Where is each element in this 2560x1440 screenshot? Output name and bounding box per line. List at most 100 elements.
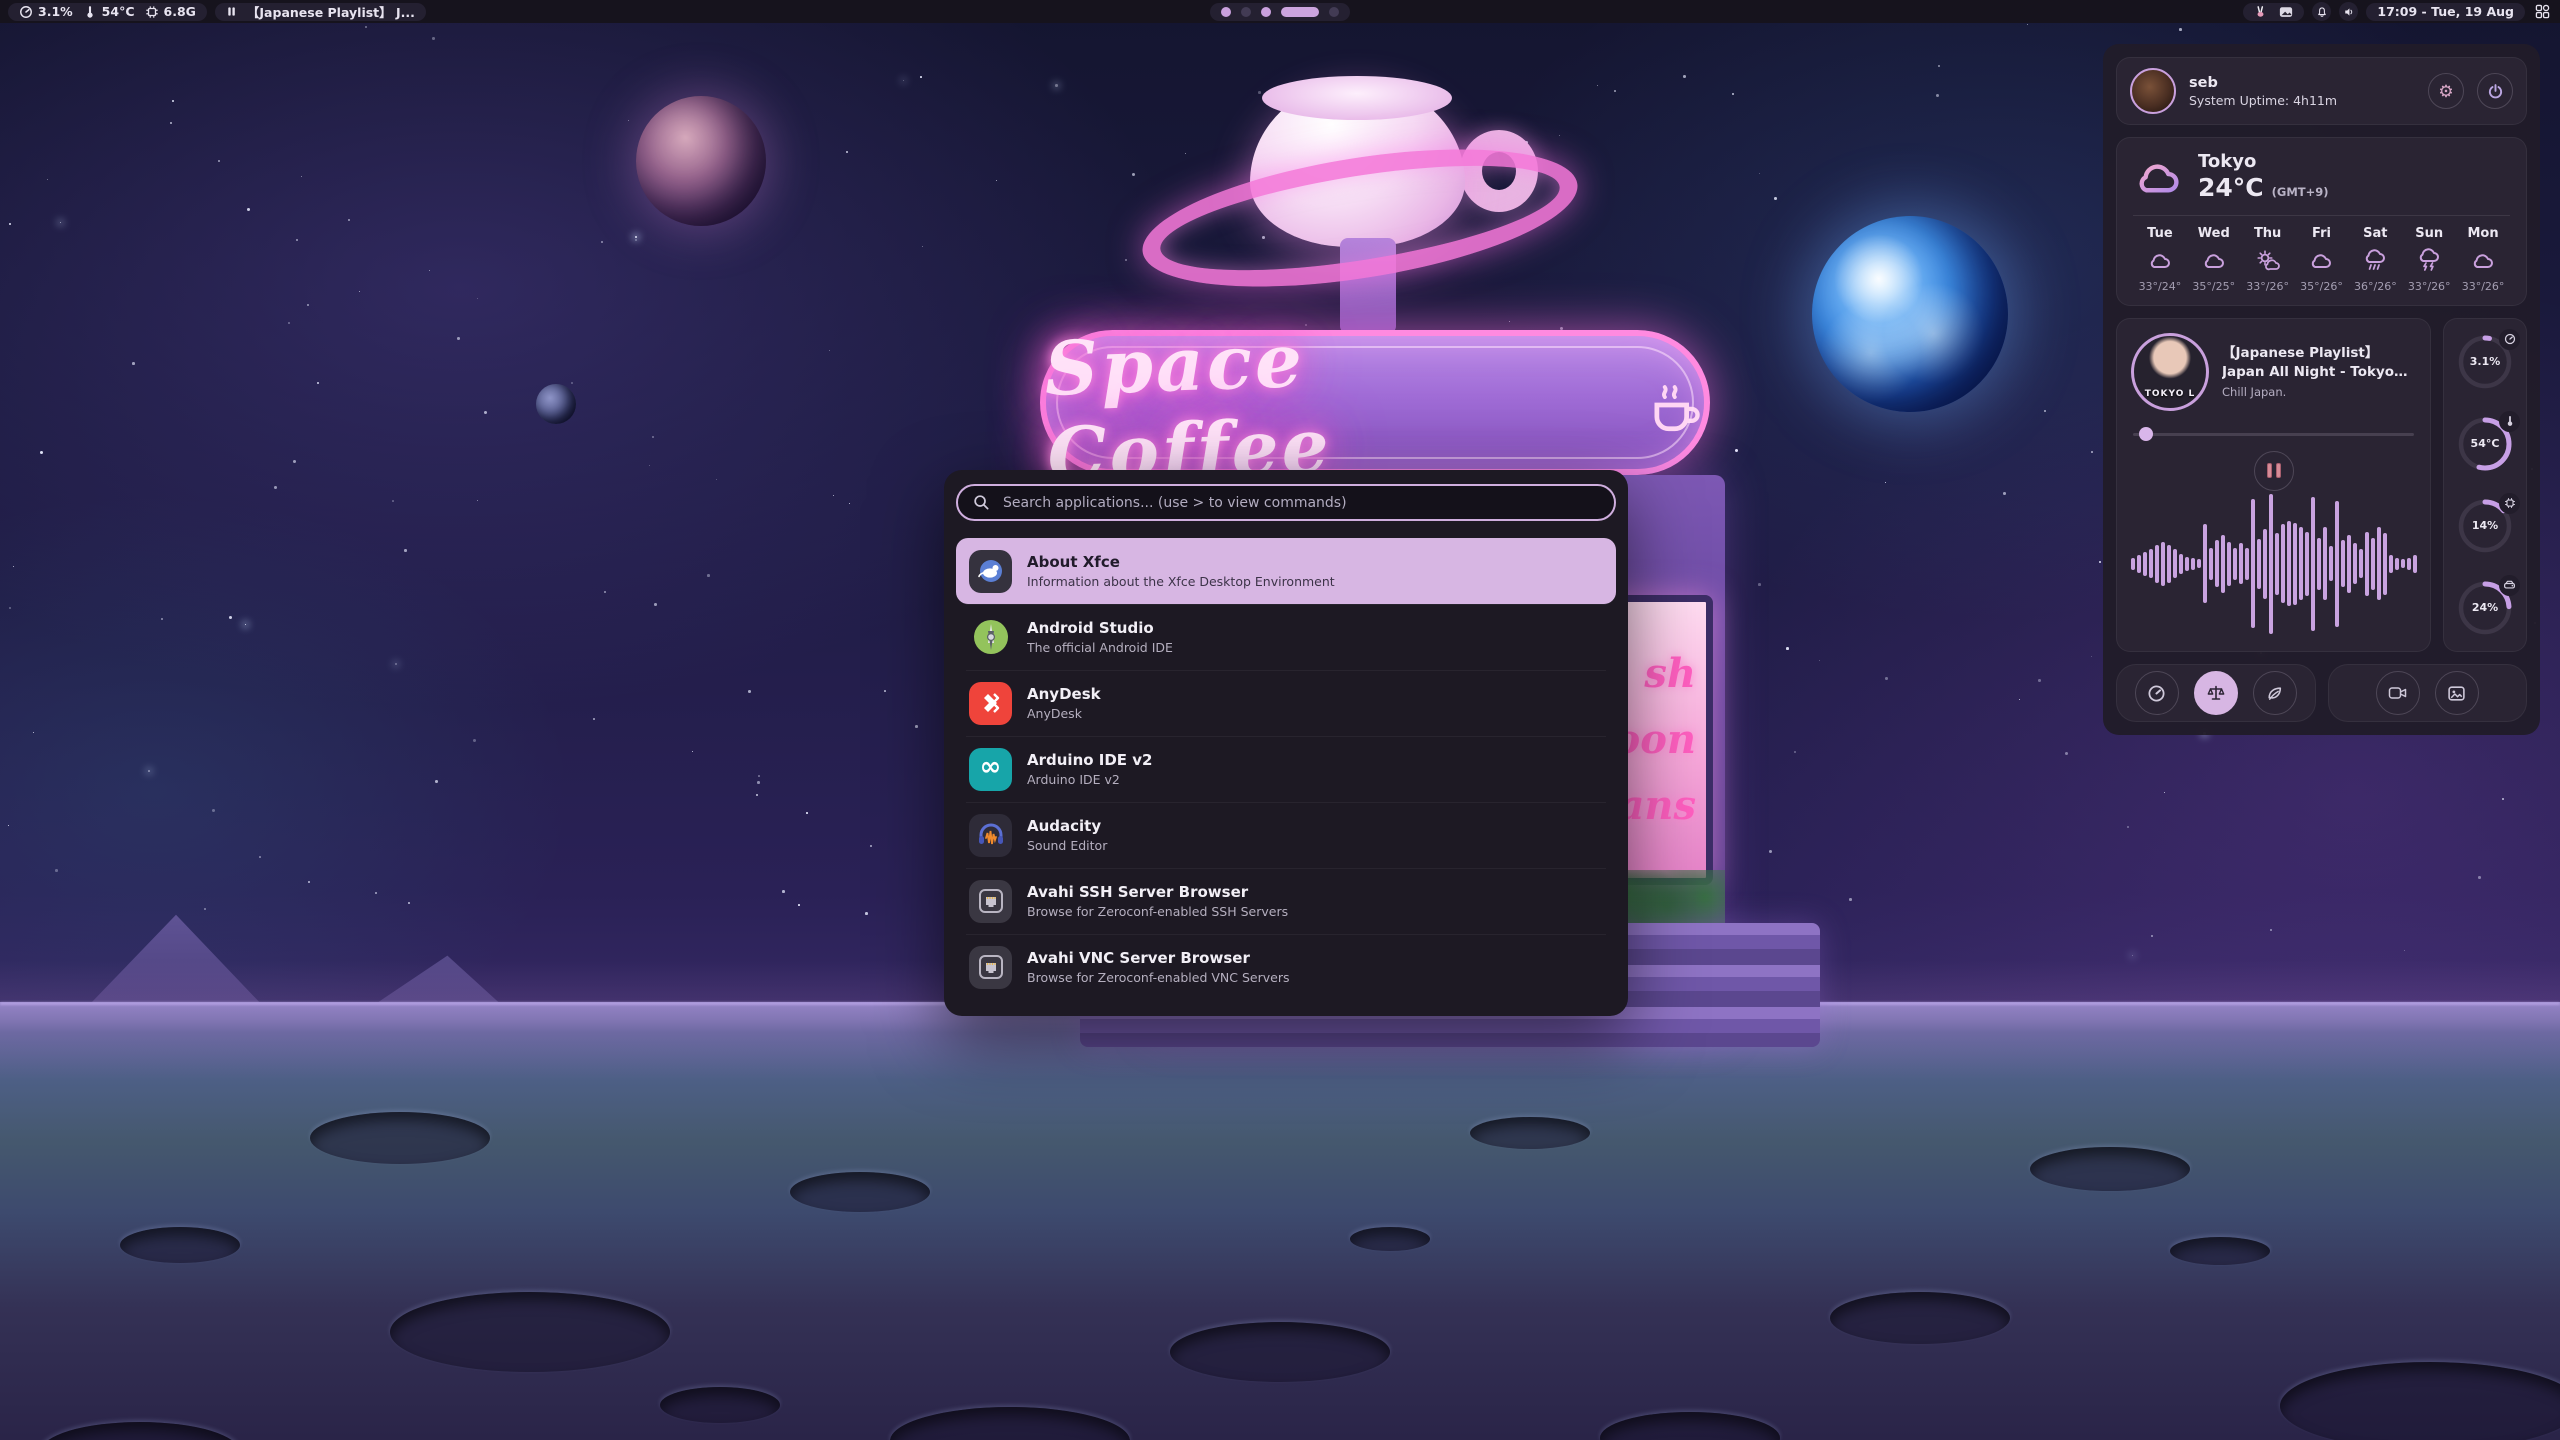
gauge-3.1: 3.1% <box>2456 333 2514 391</box>
forecast-day-mon: Mon 33°/26° <box>2456 226 2510 293</box>
chip-icon <box>2499 493 2520 514</box>
forecast-day-thu: Thu 33°/26° <box>2241 226 2295 293</box>
user-name: seb <box>2189 75 2415 91</box>
search-input[interactable] <box>1001 494 1599 512</box>
power-button[interactable] <box>2477 73 2513 109</box>
temperature-stat: 54°C <box>83 4 135 19</box>
cpu-usage-value: 3.1% <box>38 4 73 19</box>
pause-button[interactable] <box>2254 451 2294 491</box>
waveform-bar <box>2197 559 2201 568</box>
app-launcher: About Xfce Information about the Xfce De… <box>944 470 1628 1016</box>
control-panel: seb System Uptime: 4h11m ⚙ Tokyo 24°C (G… <box>2103 44 2540 735</box>
forecast-temps: 33°/26° <box>2241 280 2295 293</box>
waveform-bar <box>2365 532 2369 596</box>
progress-track <box>2133 433 2414 436</box>
track-progress-slider[interactable] <box>2133 427 2414 441</box>
forecast-temps: 35°/26° <box>2295 280 2349 293</box>
waveform-bar <box>2287 521 2291 606</box>
screen-record-button[interactable] <box>2376 671 2420 715</box>
waveform-bar <box>2263 529 2267 599</box>
power-saver-profile-button[interactable] <box>2253 671 2297 715</box>
waveform-bar <box>2335 501 2339 627</box>
waveform-bar <box>2389 555 2393 573</box>
screenshot-button[interactable] <box>2435 671 2479 715</box>
waveform-bar <box>2383 533 2387 594</box>
workspace-dot-active[interactable] <box>1281 7 1319 17</box>
pause-icon <box>2267 463 2272 478</box>
image-icon <box>2447 684 2466 703</box>
performance-profile-button[interactable] <box>2135 671 2179 715</box>
tray-app-icon[interactable] <box>2254 5 2267 18</box>
forecast-day-label: Thu <box>2241 226 2295 241</box>
capture-controls <box>2328 664 2528 722</box>
system-stats-pill: 3.1% 54°C 6.8G <box>8 3 207 21</box>
workspace-dot-empty[interactable] <box>1241 7 1251 17</box>
clock[interactable]: 17:09 - Tue, 19 Aug <box>2366 3 2525 21</box>
waveform-bar <box>2413 555 2417 573</box>
waveform-bar <box>2167 545 2171 583</box>
window-neon-text: sh <box>1644 654 1696 694</box>
app-row-android-studio[interactable]: Android Studio The official Android IDE <box>956 604 1616 670</box>
waveform-bar <box>2131 558 2135 570</box>
app-subtitle: Sound Editor <box>1027 838 1107 853</box>
music-player-card: TOKYO L 【Japanese Playlist】 Japan All Ni… <box>2116 318 2431 652</box>
app-row-audacity[interactable]: Audacity Sound Editor <box>956 802 1616 868</box>
settings-button[interactable]: ⚙ <box>2428 73 2464 109</box>
waveform-bar <box>2347 535 2351 594</box>
app-row-avahi-vnc[interactable]: Avahi VNC Server Browser Browse for Zero… <box>956 934 1616 1000</box>
volume-button[interactable] <box>2339 2 2358 21</box>
moon-crater <box>310 1112 490 1164</box>
balanced-profile-button[interactable] <box>2194 671 2238 715</box>
forecast-temps: 33°/26° <box>2456 280 2510 293</box>
workspace-indicator[interactable] <box>1210 3 1350 21</box>
notifications-button[interactable] <box>2312 2 2331 21</box>
waveform-bar <box>2329 546 2333 581</box>
chip-icon <box>145 5 159 19</box>
workspace-dot-empty[interactable] <box>1329 7 1339 17</box>
waveform-bar <box>2269 494 2273 634</box>
moon-crater <box>890 1407 1130 1440</box>
cup-rim <box>1262 76 1452 120</box>
forecast-temps: 33°/26° <box>2402 280 2456 293</box>
pause-icon <box>226 6 237 17</box>
media-pill[interactable]: 【Japanese Playlist】 J... <box>215 3 426 21</box>
workspace-dot-occupied[interactable] <box>1261 7 1271 17</box>
track-artist: Chill Japan. <box>2222 385 2416 399</box>
coffee-cup-icon <box>1641 371 1704 435</box>
app-row-anydesk[interactable]: AnyDesk AnyDesk <box>956 670 1616 736</box>
waveform-bar <box>2311 497 2315 632</box>
cloud-icon <box>2133 157 2183 197</box>
overview-grid-icon[interactable] <box>2533 4 2552 19</box>
app-subtitle: Browse for Zeroconf-enabled VNC Servers <box>1027 970 1289 985</box>
waveform-bar <box>2149 549 2153 578</box>
app-title: Arduino IDE v2 <box>1027 751 1153 769</box>
gauge-54C: 54°C <box>2456 415 2514 473</box>
system-gauges-card: 3.1%54°C14%24% <box>2443 318 2527 652</box>
app-subtitle: Information about the Xfce Desktop Envir… <box>1027 574 1335 589</box>
app-row-about-xfce[interactable]: About Xfce Information about the Xfce De… <box>956 538 1616 604</box>
waveform-bar <box>2251 499 2255 628</box>
memory-stat: 6.8G <box>145 4 196 19</box>
waveform-bar <box>2209 548 2213 580</box>
forecast-day-label: Mon <box>2456 226 2510 241</box>
search-bar[interactable] <box>956 484 1616 521</box>
weather-cloudy-icon <box>2295 246 2349 276</box>
arduino-icon: ∞ <box>969 748 1012 791</box>
bell-icon <box>2316 6 2328 18</box>
moon-crater <box>660 1387 780 1423</box>
forecast-day-label: Sun <box>2402 226 2456 241</box>
tray-screenshot-icon[interactable] <box>2279 6 2293 18</box>
moon-crater <box>1350 1227 1430 1251</box>
waveform-bar <box>2233 548 2237 580</box>
app-row-arduino[interactable]: ∞ Arduino IDE v2 Arduino IDE v2 <box>956 736 1616 802</box>
media-pill-label: 【Japanese Playlist】 J... <box>247 2 415 21</box>
forecast-day-label: Fri <box>2295 226 2349 241</box>
progress-thumb[interactable] <box>2139 427 2153 441</box>
app-row-avahi-ssh[interactable]: Avahi SSH Server Browser Browse for Zero… <box>956 868 1616 934</box>
workspace-dot-occupied[interactable] <box>1221 7 1231 17</box>
waveform-bar <box>2293 523 2297 605</box>
avatar <box>2130 68 2176 114</box>
waveform-bar <box>2137 555 2141 573</box>
moon-crater <box>1470 1117 1590 1149</box>
audacity-icon <box>969 814 1012 857</box>
